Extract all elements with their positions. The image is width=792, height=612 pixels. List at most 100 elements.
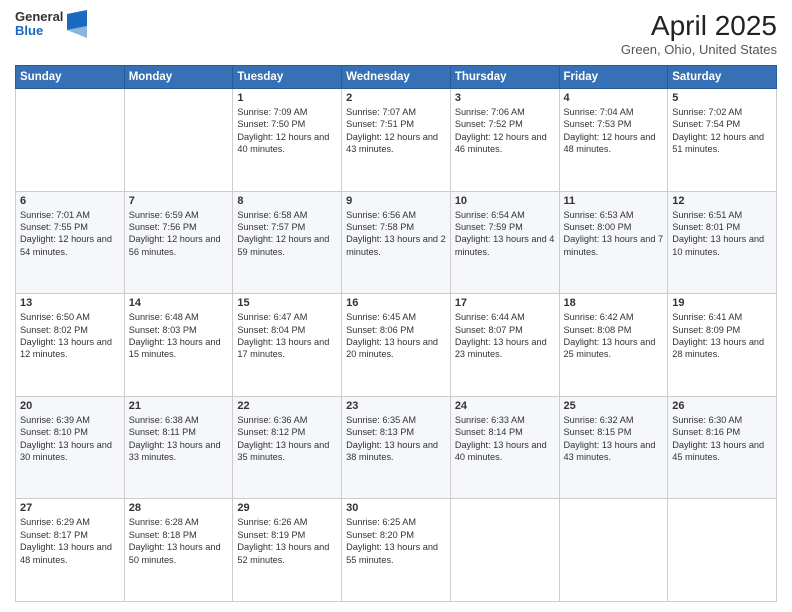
table-row: 2 Sunrise: 7:07 AMSunset: 7:51 PMDaylight… (342, 89, 451, 192)
day-number: 2 (346, 92, 446, 104)
calendar-subtitle: Green, Ohio, United States (621, 42, 777, 57)
day-number: 28 (129, 502, 229, 514)
day-number: 14 (129, 297, 229, 309)
day-info: Sunrise: 6:51 AMSunset: 8:01 PMDaylight:… (672, 209, 772, 259)
day-number: 8 (237, 195, 337, 207)
col-friday: Friday (559, 66, 668, 89)
day-number: 7 (129, 195, 229, 207)
table-row: 12Sunrise: 6:51 AMSunset: 8:01 PMDayligh… (668, 191, 777, 294)
col-wednesday: Wednesday (342, 66, 451, 89)
col-saturday: Saturday (668, 66, 777, 89)
page: General Blue April 2025 Green, Ohio, Uni… (0, 0, 792, 612)
table-row: 24Sunrise: 6:33 AMSunset: 8:14 PMDayligh… (450, 396, 559, 499)
day-info: Sunrise: 6:38 AMSunset: 8:11 PMDaylight:… (129, 414, 229, 464)
table-row: 10Sunrise: 6:54 AMSunset: 7:59 PMDayligh… (450, 191, 559, 294)
day-number: 10 (455, 195, 555, 207)
logo-icon (67, 10, 87, 38)
table-row: 25 Sunrise: 6:32 AMSunset: 8:15 PMDayligh… (559, 396, 668, 499)
col-thursday: Thursday (450, 66, 559, 89)
calendar-week-row: 20 Sunrise: 6:39 AMSunset: 8:10 PMDayligh… (16, 396, 777, 499)
day-number: 6 (20, 195, 120, 207)
day-number: 11 (564, 195, 664, 207)
calendar-week-row: 27 Sunrise: 6:29 AMSunset: 8:17 PMDayligh… (16, 499, 777, 602)
day-number: 30 (346, 502, 446, 514)
day-number: 27 (20, 502, 120, 514)
table-row: 16Sunrise: 6:45 AMSunset: 8:06 PMDayligh… (342, 294, 451, 397)
day-number: 5 (672, 92, 772, 104)
day-number: 26 (672, 400, 772, 412)
table-row: 27 Sunrise: 6:29 AMSunset: 8:17 PMDayligh… (16, 499, 125, 602)
col-sunday: Sunday (16, 66, 125, 89)
table-row: 15 Sunrise: 6:47 AMSunset: 8:04 PMDayligh… (233, 294, 342, 397)
table-row: 4 Sunrise: 7:04 AMSunset: 7:53 PMDaylight… (559, 89, 668, 192)
day-number: 29 (237, 502, 337, 514)
day-info: Sunrise: 6:56 AMSunset: 7:58 PMDaylight:… (346, 209, 446, 259)
day-info: Sunrise: 6:29 AMSunset: 8:17 PMDaylight:… (20, 516, 120, 566)
table-row: 26 Sunrise: 6:30 AMSunset: 8:16 PMDayligh… (668, 396, 777, 499)
day-info: Sunrise: 6:44 AMSunset: 8:07 PMDaylight:… (455, 311, 555, 361)
day-info: Sunrise: 6:45 AMSunset: 8:06 PMDaylight:… (346, 311, 446, 361)
table-row (16, 89, 125, 192)
calendar-week-row: 1Sunrise: 7:09 AMSunset: 7:50 PMDaylight… (16, 89, 777, 192)
day-info: Sunrise: 6:50 AMSunset: 8:02 PMDaylight:… (20, 311, 120, 361)
day-info: Sunrise: 6:59 AMSunset: 7:56 PMDaylight:… (129, 209, 229, 259)
day-number: 22 (237, 400, 337, 412)
table-row: 30 Sunrise: 6:25 AMSunset: 8:20 PMDayligh… (342, 499, 451, 602)
day-info: Sunrise: 6:53 AMSunset: 8:00 PMDaylight:… (564, 209, 664, 259)
table-row: 28 Sunrise: 6:28 AMSunset: 8:18 PMDayligh… (124, 499, 233, 602)
day-info: Sunrise: 6:30 AMSunset: 8:16 PMDaylight:… (672, 414, 772, 464)
table-row: 22 Sunrise: 6:36 AMSunset: 8:12 PMDayligh… (233, 396, 342, 499)
day-info: Sunrise: 6:36 AMSunset: 8:12 PMDaylight:… (237, 414, 337, 464)
day-number: 3 (455, 92, 555, 104)
header: General Blue April 2025 Green, Ohio, Uni… (15, 10, 777, 57)
day-number: 4 (564, 92, 664, 104)
calendar-body: 1Sunrise: 7:09 AMSunset: 7:50 PMDaylight… (16, 89, 777, 602)
col-tuesday: Tuesday (233, 66, 342, 89)
day-number: 9 (346, 195, 446, 207)
table-row: 18 Sunrise: 6:42 AMSunset: 8:08 PMDayligh… (559, 294, 668, 397)
day-info: Sunrise: 6:47 AMSunset: 8:04 PMDaylight:… (237, 311, 337, 361)
title-block: April 2025 Green, Ohio, United States (621, 10, 777, 57)
day-number: 21 (129, 400, 229, 412)
logo-blue: Blue (15, 24, 63, 38)
table-row: 14 Sunrise: 6:48 AMSunset: 8:03 PMDayligh… (124, 294, 233, 397)
day-info: Sunrise: 6:26 AMSunset: 8:19 PMDaylight:… (237, 516, 337, 566)
table-row (124, 89, 233, 192)
logo-text: General Blue (15, 10, 63, 39)
calendar-title: April 2025 (621, 10, 777, 42)
table-row: 20 Sunrise: 6:39 AMSunset: 8:10 PMDayligh… (16, 396, 125, 499)
day-info: Sunrise: 6:58 AMSunset: 7:57 PMDaylight:… (237, 209, 337, 259)
table-row: 19Sunrise: 6:41 AMSunset: 8:09 PMDayligh… (668, 294, 777, 397)
table-row: 23 Sunrise: 6:35 AMSunset: 8:13 PMDayligh… (342, 396, 451, 499)
day-info: Sunrise: 6:42 AMSunset: 8:08 PMDaylight:… (564, 311, 664, 361)
table-row: 29 Sunrise: 6:26 AMSunset: 8:19 PMDayligh… (233, 499, 342, 602)
day-number: 13 (20, 297, 120, 309)
day-number: 23 (346, 400, 446, 412)
day-number: 18 (564, 297, 664, 309)
day-number: 20 (20, 400, 120, 412)
day-info: Sunrise: 6:25 AMSunset: 8:20 PMDaylight:… (346, 516, 446, 566)
calendar-table: Sunday Monday Tuesday Wednesday Thursday… (15, 65, 777, 602)
table-row (559, 499, 668, 602)
day-info: Sunrise: 6:28 AMSunset: 8:18 PMDaylight:… (129, 516, 229, 566)
table-row: 3Sunrise: 7:06 AMSunset: 7:52 PMDaylight… (450, 89, 559, 192)
day-info: Sunrise: 7:01 AMSunset: 7:55 PMDaylight:… (20, 209, 120, 259)
day-info: Sunrise: 6:48 AMSunset: 8:03 PMDaylight:… (129, 311, 229, 361)
day-info: Sunrise: 6:33 AMSunset: 8:14 PMDaylight:… (455, 414, 555, 464)
logo-general: General (15, 10, 63, 24)
table-row: 11 Sunrise: 6:53 AMSunset: 8:00 PMDayligh… (559, 191, 668, 294)
day-number: 15 (237, 297, 337, 309)
calendar-week-row: 13 Sunrise: 6:50 AMSunset: 8:02 PMDayligh… (16, 294, 777, 397)
col-monday: Monday (124, 66, 233, 89)
day-info: Sunrise: 6:35 AMSunset: 8:13 PMDaylight:… (346, 414, 446, 464)
table-row: 6 Sunrise: 7:01 AMSunset: 7:55 PMDaylight… (16, 191, 125, 294)
table-row (668, 499, 777, 602)
day-info: Sunrise: 6:32 AMSunset: 8:15 PMDaylight:… (564, 414, 664, 464)
day-info: Sunrise: 7:07 AMSunset: 7:51 PMDaylight:… (346, 106, 446, 156)
day-info: Sunrise: 7:04 AMSunset: 7:53 PMDaylight:… (564, 106, 664, 156)
calendar-week-row: 6 Sunrise: 7:01 AMSunset: 7:55 PMDaylight… (16, 191, 777, 294)
table-row: 9 Sunrise: 6:56 AMSunset: 7:58 PMDaylight… (342, 191, 451, 294)
table-row: 7 Sunrise: 6:59 AMSunset: 7:56 PMDaylight… (124, 191, 233, 294)
day-number: 25 (564, 400, 664, 412)
day-info: Sunrise: 6:39 AMSunset: 8:10 PMDaylight:… (20, 414, 120, 464)
